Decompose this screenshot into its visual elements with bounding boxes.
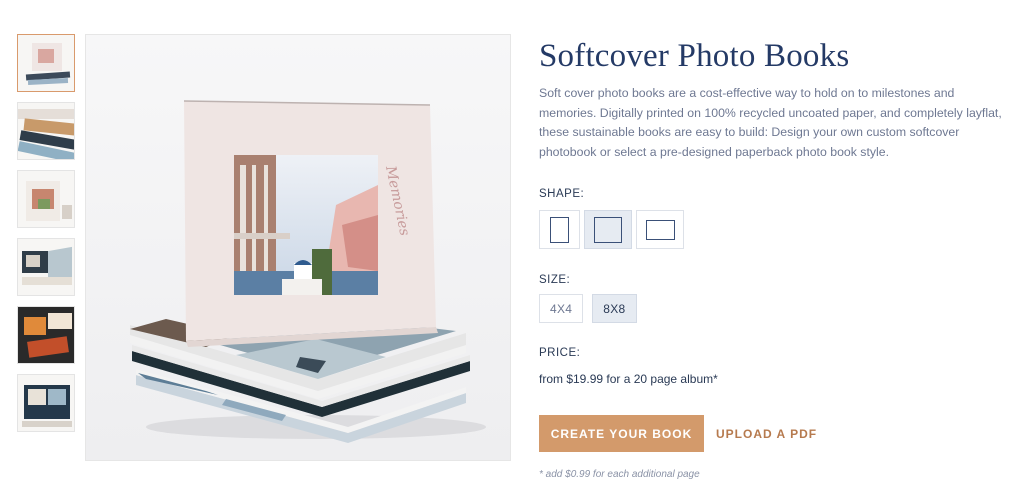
additional-page-note: * add $0.99 for each additional page — [539, 469, 700, 480]
square-shape-icon — [594, 216, 622, 243]
shape-portrait-option[interactable] — [539, 210, 580, 249]
price-text: from $19.99 for a 20 page album* — [539, 372, 718, 386]
thumbnail-gallery — [17, 34, 75, 442]
size-label: SIZE: — [539, 274, 571, 286]
landscape-shape-icon — [645, 219, 675, 240]
upload-pdf-link[interactable]: UPLOAD A PDF — [716, 427, 817, 441]
main-product-image[interactable]: Memories — [85, 34, 511, 461]
thumbnail-3[interactable] — [17, 170, 75, 228]
thumbnail-4[interactable] — [17, 238, 75, 296]
shape-landscape-option[interactable] — [636, 210, 684, 249]
thumbnail-5[interactable] — [17, 306, 75, 364]
create-your-book-button[interactable]: CREATE YOUR BOOK — [539, 415, 704, 452]
shape-label: SHAPE: — [539, 188, 585, 200]
shape-square-option[interactable] — [584, 210, 632, 249]
size-selector: 4X4 8X8 — [539, 294, 637, 323]
photo-book-stack-illustration: Memories — [86, 35, 510, 460]
thumbnail-1[interactable] — [17, 34, 75, 92]
portrait-shape-icon — [550, 216, 569, 243]
product-description: Soft cover photo books are a cost-effect… — [539, 86, 1002, 159]
thumbnail-6[interactable] — [17, 374, 75, 432]
product-info: Softcover Photo Books Soft cover photo b… — [539, 36, 1009, 162]
size-option-8x8[interactable]: 8X8 — [592, 294, 637, 323]
thumbnail-2[interactable] — [17, 102, 75, 160]
product-title: Softcover Photo Books — [539, 38, 850, 74]
shape-selector — [539, 210, 684, 249]
price-label: PRICE: — [539, 347, 581, 359]
size-option-4x4[interactable]: 4X4 — [539, 294, 584, 323]
